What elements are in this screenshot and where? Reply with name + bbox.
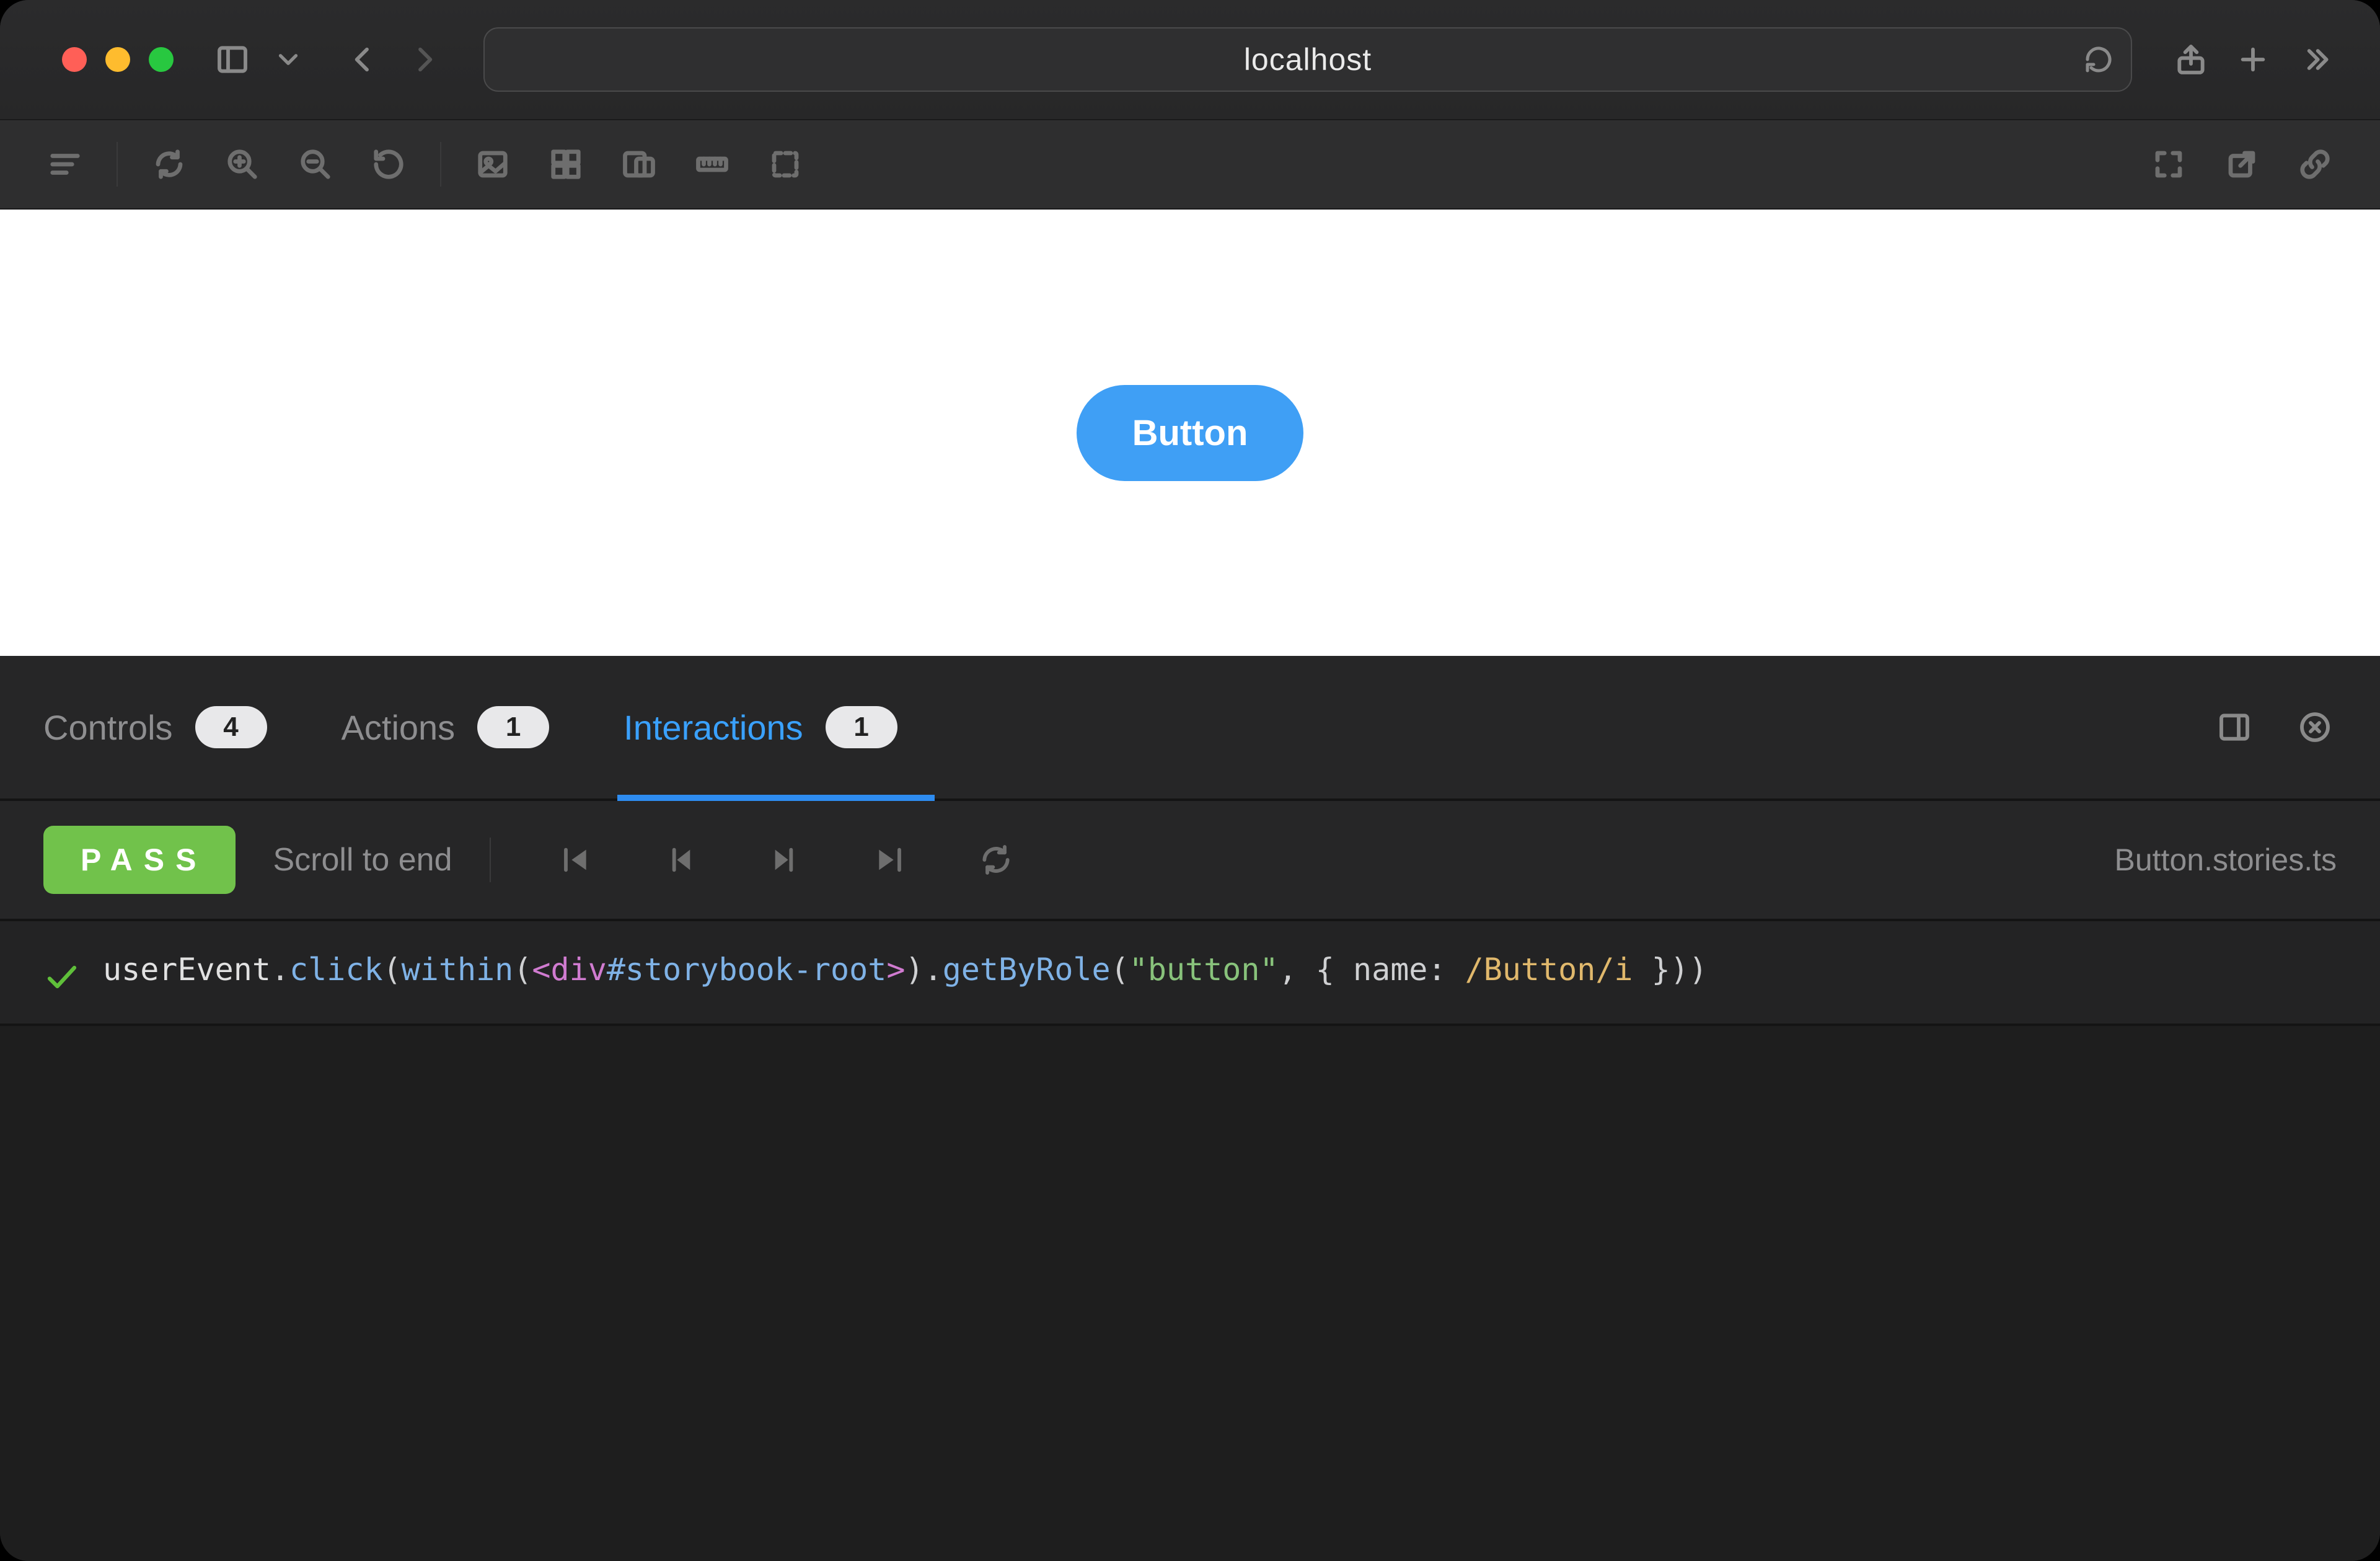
tab-label: Controls [43, 707, 173, 748]
window-close-button[interactable] [62, 47, 87, 72]
outline-icon[interactable] [764, 143, 807, 186]
tab-interactions[interactable]: Interactions 1 [624, 656, 897, 798]
zoom-reset-icon[interactable] [367, 143, 410, 186]
menu-icon[interactable] [43, 143, 87, 186]
browser-window: localhost [0, 0, 2380, 1561]
go-to-start-icon[interactable] [553, 838, 596, 882]
share-icon[interactable] [2169, 38, 2213, 81]
tab-groups-chevron-icon[interactable] [273, 38, 304, 81]
background-icon[interactable] [471, 143, 514, 186]
nav-back-icon[interactable] [341, 38, 384, 81]
tab-badge: 4 [195, 706, 267, 748]
step-back-icon[interactable] [658, 838, 702, 882]
new-tab-icon[interactable] [2231, 38, 2275, 81]
titlebar: localhost [0, 0, 2380, 120]
storybook-canvas: Button [0, 210, 2380, 656]
nav-forward-icon[interactable] [403, 38, 446, 81]
zoom-out-icon[interactable] [294, 143, 337, 186]
sidebar-toggle-icon[interactable] [211, 38, 254, 81]
zoom-in-icon[interactable] [221, 143, 264, 186]
checkmark-icon [43, 958, 81, 999]
interaction-step[interactable]: userEvent.click(within(<div#storybook-ro… [0, 921, 2380, 1026]
tab-badge: 1 [477, 706, 549, 748]
tab-actions[interactable]: Actions 1 [342, 656, 550, 798]
grid-icon[interactable] [544, 143, 588, 186]
viewport-icon[interactable] [617, 143, 661, 186]
story-file-label: Button.stories.ts [2115, 842, 2337, 878]
close-panel-icon[interactable] [2293, 705, 2337, 749]
go-to-end-icon[interactable] [869, 838, 912, 882]
remount-icon[interactable] [148, 143, 191, 186]
storybook-toolbar [0, 120, 2380, 210]
ruler-icon[interactable] [690, 143, 734, 186]
fullscreen-icon[interactable] [2147, 143, 2190, 186]
traffic-lights [62, 47, 174, 72]
copy-link-icon[interactable] [2293, 143, 2337, 186]
address-text: localhost [1244, 42, 1372, 77]
demo-button[interactable]: Button [1077, 385, 1304, 481]
rerun-icon[interactable] [974, 838, 1018, 882]
window-maximize-button[interactable] [149, 47, 174, 72]
status-pass-badge: PASS [43, 826, 236, 894]
panel-position-icon[interactable] [2213, 705, 2256, 749]
tab-controls[interactable]: Controls 4 [43, 656, 267, 798]
interactions-log: userEvent.click(within(<div#storybook-ro… [0, 921, 2380, 1561]
interactions-controls: PASS Scroll to end Button.stories.ts [0, 801, 2380, 921]
separator [440, 142, 441, 187]
open-external-icon[interactable] [2220, 143, 2263, 186]
separator [117, 142, 118, 187]
window-minimize-button[interactable] [105, 47, 130, 72]
tab-overflow-icon[interactable] [2293, 38, 2337, 81]
tab-label: Actions [342, 707, 456, 748]
interaction-code: userEvent.click(within(<div#storybook-ro… [103, 946, 1708, 994]
scroll-to-end-button[interactable]: Scroll to end [273, 841, 452, 878]
address-bar[interactable]: localhost [483, 27, 2132, 92]
tab-badge: 1 [826, 706, 897, 748]
step-forward-icon[interactable] [764, 838, 807, 882]
separator [490, 838, 491, 882]
tab-label: Interactions [624, 707, 803, 748]
reload-icon[interactable] [2084, 45, 2113, 74]
addon-tab-bar: Controls 4 Actions 1 Interactions 1 [0, 656, 2380, 801]
